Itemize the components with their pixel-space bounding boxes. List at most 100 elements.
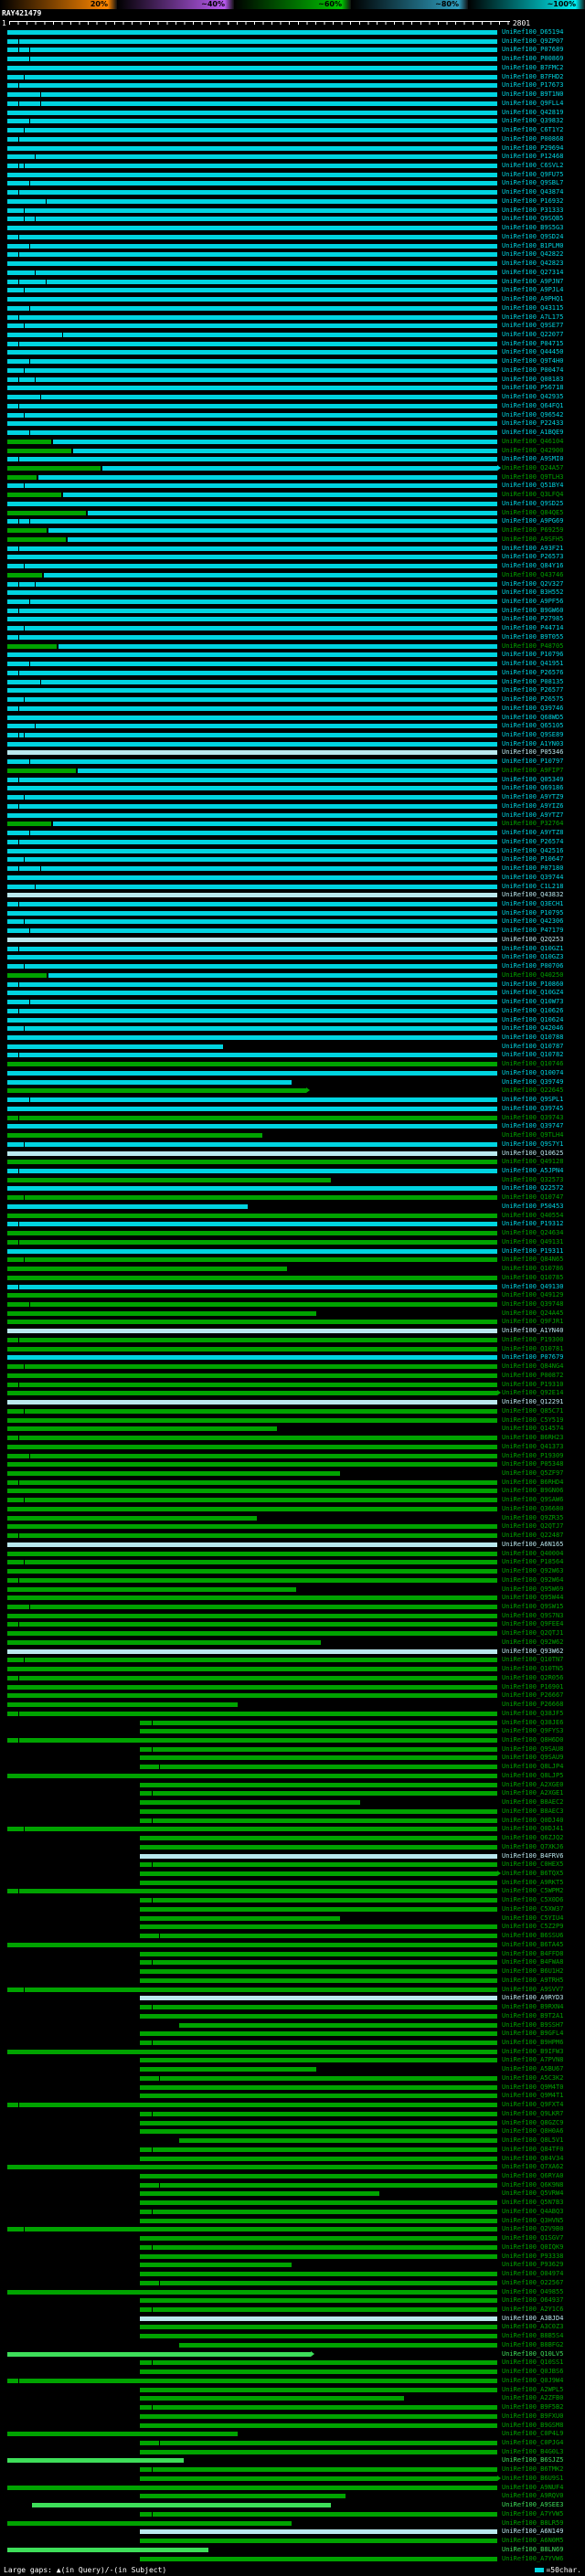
hit-label[interactable]: UniRef100_Q93W62 <box>497 1648 563 1657</box>
hit-bar[interactable] <box>7 831 497 836</box>
hit-bar[interactable] <box>139 2129 497 2135</box>
hit-label[interactable]: UniRef100_Q9FYS3 <box>497 1727 563 1736</box>
hit-label[interactable]: UniRef100_P29694 <box>497 144 563 154</box>
hit-label[interactable]: UniRef100_A9NUF4 <box>497 2484 563 2493</box>
hit-bar[interactable] <box>7 217 497 222</box>
hit-bar[interactable] <box>178 2138 497 2144</box>
hit-bar[interactable] <box>48 528 497 534</box>
hit-bar[interactable] <box>7 884 497 889</box>
hit-bar[interactable] <box>7 457 497 462</box>
hit-label[interactable]: UniRef100_B4G0L3 <box>497 2448 563 2457</box>
hit-label[interactable]: UniRef100_Q10746 <box>497 1060 563 1069</box>
hit-bar[interactable] <box>139 2111 497 2116</box>
hit-bar[interactable] <box>139 1818 497 1823</box>
hit-bar[interactable] <box>43 572 497 578</box>
hit-bar[interactable] <box>7 359 497 365</box>
hit-label[interactable]: UniRef100_Q9SAW6 <box>497 1496 563 1505</box>
hit-label[interactable]: UniRef100_Q0DJ41 <box>497 1825 563 1834</box>
hit-label[interactable]: UniRef100_Q42822 <box>497 250 563 260</box>
hit-label[interactable]: UniRef100_P26577 <box>497 686 563 695</box>
hit-bar[interactable] <box>139 2539 497 2544</box>
hit-bar[interactable] <box>139 2200 497 2206</box>
hit-label[interactable]: UniRef100_Q42046 <box>497 1024 563 1034</box>
hit-label[interactable]: UniRef100_Q10625 <box>497 1150 563 1159</box>
hit-bar[interactable] <box>7 1551 497 1556</box>
hit-label[interactable]: UniRef100_Q40250 <box>497 971 563 981</box>
hit-bar[interactable] <box>72 448 497 453</box>
hit-bar[interactable] <box>7 1329 497 1334</box>
hit-label[interactable]: UniRef100_Q5N7B3 <box>497 2199 563 2208</box>
hit-bar[interactable] <box>7 1560 497 1565</box>
hit-bar[interactable] <box>7 1302 497 1308</box>
hit-bar[interactable] <box>7 1533 497 1539</box>
hit-bar[interactable] <box>139 2369 497 2375</box>
hit-label[interactable]: UniRef100_Q51BY4 <box>497 482 563 491</box>
hit-bar[interactable] <box>7 48 497 53</box>
hit-label[interactable]: UniRef100_Q9FU75 <box>497 171 563 180</box>
hit-bar[interactable] <box>7 1195 497 1201</box>
hit-label[interactable]: UniRef100_Q10LV5 <box>497 2350 563 2359</box>
hit-label[interactable]: UniRef100_P10860 <box>497 981 563 990</box>
hit-label[interactable]: UniRef100_B6TQX5 <box>497 1870 563 1879</box>
hit-bar[interactable] <box>139 1800 360 1806</box>
hit-bar[interactable] <box>7 1231 497 1236</box>
hit-bar[interactable] <box>139 2307 497 2312</box>
hit-label[interactable]: UniRef100_Q10TN5 <box>497 1665 563 1674</box>
hit-label[interactable]: UniRef100_Q9SD24 <box>497 233 563 242</box>
hit-label[interactable]: UniRef100_Q41951 <box>497 660 563 669</box>
hit-label[interactable]: UniRef100_A9TRH5 <box>497 1977 563 1986</box>
hit-bar[interactable] <box>139 1898 497 1903</box>
hit-bar[interactable] <box>7 875 497 880</box>
hit-label[interactable]: UniRef100_B8AEC2 <box>497 1798 563 1807</box>
hit-label[interactable]: UniRef100_A9SEE3 <box>497 2501 563 2510</box>
hit-bar[interactable] <box>7 252 497 258</box>
hit-label[interactable]: UniRef100_Q9T4H0 <box>497 357 563 366</box>
hit-bar[interactable] <box>7 519 497 525</box>
hit-bar[interactable] <box>7 1675 497 1680</box>
hit-label[interactable]: UniRef100_Q92W64 <box>497 1576 563 1585</box>
hit-label[interactable]: UniRef100_Q10GZ1 <box>497 945 563 954</box>
hit-label[interactable]: UniRef100_O64937 <box>497 2296 563 2306</box>
hit-bar[interactable] <box>7 279 497 284</box>
hit-label[interactable]: UniRef100_C6SVL2 <box>497 162 563 171</box>
hit-bar[interactable] <box>7 981 497 987</box>
hit-label[interactable]: UniRef100_Q49130 <box>497 1283 563 1292</box>
hit-bar[interactable] <box>7 483 497 489</box>
hit-label[interactable]: UniRef100_Q92W62 <box>497 1638 563 1648</box>
hit-label[interactable]: UniRef100_Q9SW15 <box>497 1603 563 1612</box>
hit-label[interactable]: UniRef100_A9SMI0 <box>497 455 563 464</box>
hit-label[interactable]: UniRef100_C5Z2P9 <box>497 1923 563 1932</box>
hit-bar[interactable] <box>139 2147 497 2152</box>
hit-bar[interactable] <box>139 2405 497 2411</box>
hit-label[interactable]: UniRef100_Q39744 <box>497 874 563 883</box>
hit-label[interactable]: UniRef100_Q8LJP4 <box>497 1763 563 1772</box>
hit-bar[interactable] <box>7 662 497 667</box>
hit-label[interactable]: UniRef100_Q42823 <box>497 260 563 269</box>
hit-label[interactable]: UniRef100_Q39748 <box>497 1300 563 1309</box>
hit-label[interactable]: UniRef100_Q24634 <box>497 1229 563 1238</box>
hit-label[interactable]: UniRef100_Q2V9B0 <box>497 2225 563 2234</box>
hit-bar[interactable] <box>7 839 497 844</box>
hit-label[interactable]: UniRef100_B8LR59 <box>497 2519 563 2528</box>
hit-label[interactable]: UniRef100_Q43746 <box>497 571 563 580</box>
hit-label[interactable]: UniRef100_Q9FLL4 <box>497 100 563 109</box>
hit-label[interactable]: UniRef100_P26576 <box>497 669 563 678</box>
hit-label[interactable]: UniRef100_Q6RYA0 <box>497 2172 563 2181</box>
hit-bar[interactable] <box>7 768 77 773</box>
hit-label[interactable]: UniRef100_B9HPM6 <box>497 2039 563 2048</box>
hit-bar[interactable] <box>7 2351 312 2357</box>
hit-label[interactable]: UniRef100_Q10787 <box>497 1043 563 1052</box>
hit-label[interactable]: UniRef100_P26575 <box>497 695 563 705</box>
hit-bar[interactable] <box>139 2272 497 2277</box>
hit-label[interactable]: UniRef100_P44714 <box>497 624 563 633</box>
hit-bar[interactable] <box>7 448 71 453</box>
hit-bar[interactable] <box>7 1053 497 1058</box>
hit-label[interactable]: UniRef100_Q9S7N3 <box>497 1612 563 1621</box>
hit-label[interactable]: UniRef100_Q14574 <box>497 1425 563 1434</box>
hit-bar[interactable] <box>7 1470 341 1476</box>
hit-label[interactable]: UniRef100_Q9FEE4 <box>497 1620 563 1629</box>
hit-label[interactable]: UniRef100_O04974 <box>497 2270 563 2279</box>
hit-bar[interactable] <box>139 2191 380 2197</box>
hit-label[interactable]: UniRef100_A9YTZ7 <box>497 811 563 821</box>
hit-label[interactable]: UniRef100_Q2V327 <box>497 580 563 589</box>
